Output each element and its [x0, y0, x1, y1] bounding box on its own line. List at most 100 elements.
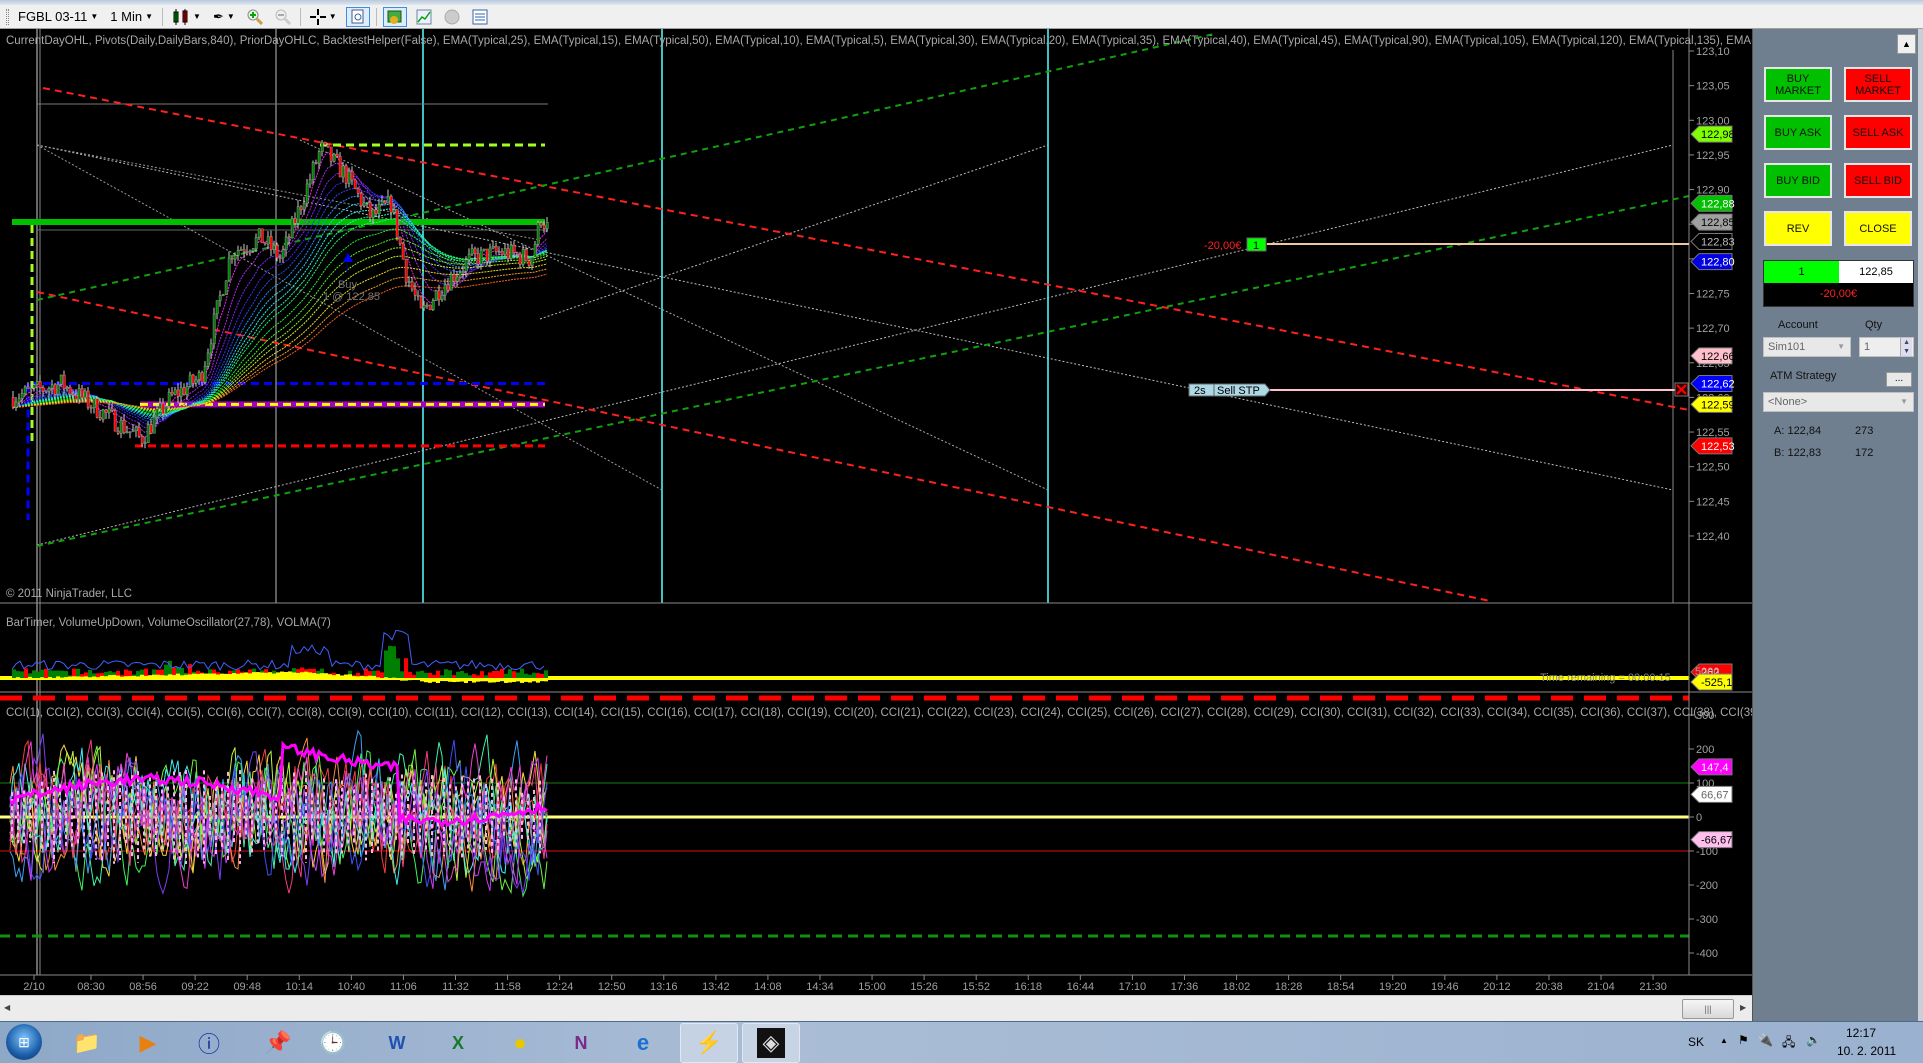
candle: [326, 144, 330, 148]
candle: [272, 245, 276, 250]
excel-icon[interactable]: X: [441, 1026, 475, 1060]
ask-price: A: 122,84: [1774, 425, 1822, 437]
qty-value: 1: [1864, 341, 1871, 353]
buy-market-button[interactable]: BUY MARKET: [1764, 67, 1832, 102]
volume-bar: [492, 671, 496, 678]
candle: [371, 209, 375, 218]
volume-oscillator-bar: [60, 677, 64, 679]
candle: [137, 426, 141, 437]
volume-oscillator-bar: [20, 678, 24, 680]
account-dropdown[interactable]: Sim101 ▼: [1763, 337, 1851, 357]
volume-oscillator-bar: [36, 678, 40, 680]
start-orb-icon[interactable]: ⊞: [6, 1024, 42, 1060]
time-axis-label: 21:04: [1587, 981, 1615, 993]
stepper-arrows-icon[interactable]: ▲ ▼: [1900, 338, 1912, 356]
cci-axis-label: -300: [1696, 914, 1718, 926]
time-axis-label: 13:42: [702, 981, 730, 993]
volume-oscillator-bar: [28, 676, 32, 679]
scroll-left-icon[interactable]: ◀: [4, 1003, 10, 1012]
stop-order-qty: 2s: [1194, 385, 1206, 397]
candle: [41, 387, 45, 392]
onenote-icon[interactable]: N: [564, 1026, 598, 1060]
position-avg-price: 122,85: [1839, 261, 1913, 283]
sell-bid-button[interactable]: SELL BID: [1844, 163, 1912, 198]
ninjatrader-icon[interactable]: ◈: [742, 1023, 800, 1063]
volume-bar: [544, 670, 548, 678]
time-axis-label: 13:16: [650, 981, 678, 993]
cci-axis-label: -400: [1696, 948, 1718, 960]
volume-oscillator-bar: [260, 672, 264, 679]
price-marker-label: 122,62: [1701, 379, 1735, 391]
reverse-button[interactable]: REV: [1764, 211, 1832, 246]
volume-oscillator-bar: [156, 674, 160, 679]
explorer-folder-icon[interactable]: 📁: [70, 1026, 104, 1060]
volume-bar: [412, 674, 416, 678]
internet-explorer-icon[interactable]: e: [626, 1026, 660, 1060]
word-icon[interactable]: W: [380, 1026, 414, 1060]
candle: [152, 416, 156, 434]
qty-label: Qty: [1865, 319, 1883, 331]
buy-bid-button[interactable]: BUY BID: [1764, 163, 1832, 198]
collapse-panel-button[interactable]: ▲: [1897, 34, 1916, 54]
time-axis-label: 11:58: [494, 981, 521, 993]
candle: [107, 408, 111, 413]
horizontal-scrollbar[interactable]: ◀ ||| ▶: [0, 995, 1752, 1021]
candle: [320, 142, 324, 152]
volume-bar: [436, 670, 440, 678]
execution-label: Buy: [338, 279, 357, 291]
clock-date[interactable]: 10. 2. 2011: [1837, 1044, 1896, 1058]
price-marker-label: 122,88: [1701, 198, 1735, 210]
clock-icon[interactable]: 🕒: [316, 1026, 350, 1060]
price-axis-label: 123,00: [1696, 115, 1730, 127]
action-center-flag-icon[interactable]: ⚑: [1738, 1033, 1749, 1047]
buy-ask-button[interactable]: BUY ASK: [1764, 115, 1832, 150]
cci-marker-label: 66,67: [1701, 789, 1729, 801]
price-marker-label: 122,98: [1701, 129, 1735, 141]
winamp-icon[interactable]: ⚡: [680, 1023, 738, 1063]
chart-canvas[interactable]: 123,10 123,05 123,00 122,95 122,90 122,85 122,…: [0, 0, 1752, 995]
volume-oscillator-bar: [148, 675, 152, 679]
volume-bar: [40, 669, 44, 678]
atm-strategy-dropdown[interactable]: <None> ▼: [1763, 392, 1914, 412]
candle: [230, 257, 234, 260]
candle: [128, 431, 132, 433]
speaker-icon[interactable]: 🔈: [1806, 1033, 1821, 1047]
volume-oscillator-bar: [496, 678, 500, 682]
sell-market-button[interactable]: SELL MARKET: [1844, 67, 1912, 102]
close-position-button[interactable]: CLOSE: [1844, 211, 1912, 246]
candle: [206, 352, 210, 367]
volume-bar: [496, 670, 500, 678]
network-icon[interactable]: 🖧: [1782, 1033, 1795, 1054]
show-hidden-icons-icon[interactable]: ▲: [1720, 1036, 1728, 1045]
candle: [401, 243, 405, 260]
candle: [473, 248, 477, 254]
language-indicator[interactable]: SK: [1688, 1035, 1704, 1049]
power-icon[interactable]: 🔌: [1758, 1033, 1773, 1047]
candle: [398, 237, 402, 244]
volume-bar: [384, 650, 388, 678]
clock-time[interactable]: 12:17: [1846, 1026, 1876, 1040]
candle: [374, 209, 378, 214]
scrollbar-thumb[interactable]: |||: [1682, 999, 1734, 1019]
position-quantity: 1: [1764, 261, 1839, 283]
pushpin-icon[interactable]: 📌: [261, 1026, 295, 1060]
candle: [14, 401, 18, 408]
volume-axis-label: 5000: [1695, 666, 1719, 678]
media-player-icon[interactable]: ▶: [131, 1026, 165, 1060]
candle: [431, 300, 435, 310]
info-icon[interactable]: ⓘ: [192, 1026, 226, 1060]
volume-oscillator-bar: [336, 674, 340, 679]
sell-ask-button[interactable]: SELL ASK: [1844, 115, 1912, 150]
candle: [83, 390, 87, 398]
atm-strategy-more-button[interactable]: ...: [1886, 372, 1912, 387]
volume-bar: [36, 671, 40, 678]
scroll-right-icon[interactable]: ▶: [1740, 1003, 1746, 1012]
pacman-icon[interactable]: ●: [503, 1026, 537, 1060]
volume-oscillator-bar: [464, 678, 468, 683]
candle: [470, 248, 474, 255]
volume-oscillator-bar: [236, 673, 240, 679]
quantity-stepper[interactable]: 1 ▲ ▼: [1859, 337, 1914, 357]
volume-oscillator-bar: [124, 676, 128, 679]
price-axis-label: 122,70: [1696, 323, 1730, 335]
volume-oscillator-bar: [68, 676, 72, 679]
